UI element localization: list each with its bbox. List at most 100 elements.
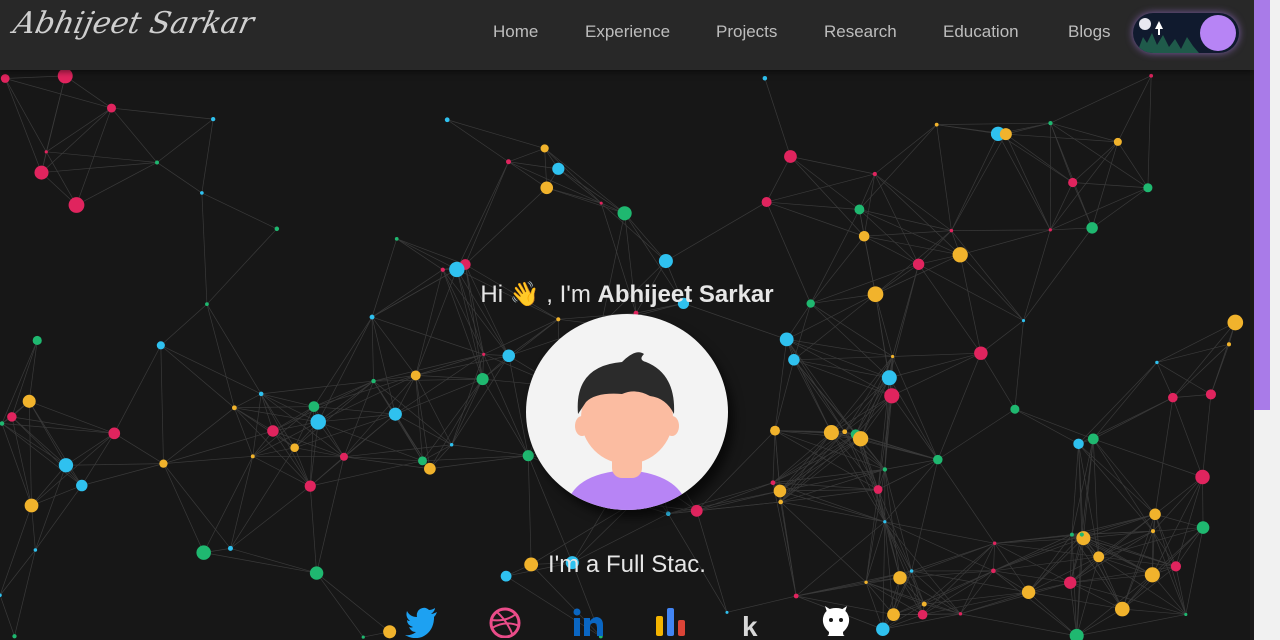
particle-dot xyxy=(1184,612,1188,617)
avatar xyxy=(526,314,728,510)
nav-projects[interactable]: Projects xyxy=(716,22,777,42)
particle-dot xyxy=(231,405,237,411)
particle-dot xyxy=(1195,469,1210,485)
hero-greeting: Hi 👋 , I'm Abhijeet Sarkar xyxy=(0,280,1254,309)
particle-dot xyxy=(912,258,925,270)
particle-dot xyxy=(1168,392,1178,403)
particle-dot xyxy=(274,226,280,232)
particle-dot xyxy=(1143,183,1153,193)
toggle-knob xyxy=(1200,15,1236,51)
particle-dot xyxy=(725,610,729,614)
particle-dot xyxy=(761,197,772,208)
particle-dot xyxy=(0,74,10,83)
particle-dot xyxy=(788,354,800,366)
particle-dot xyxy=(502,349,516,363)
particle-dot xyxy=(476,373,489,386)
particle-dot xyxy=(418,456,427,466)
particle-dot xyxy=(156,341,165,350)
wave-icon: 👋 xyxy=(509,281,540,308)
particle-dot xyxy=(762,76,768,81)
particle-dot xyxy=(999,128,1012,141)
particle-dot xyxy=(617,206,632,221)
analytics-link[interactable] xyxy=(648,604,688,640)
particle-dot xyxy=(1010,404,1020,414)
particle-dot xyxy=(921,601,927,607)
nav-experience[interactable]: Experience xyxy=(585,22,670,42)
theme-toggle[interactable] xyxy=(1133,13,1239,53)
particle-dot xyxy=(1048,228,1052,232)
particle-dot xyxy=(267,425,279,437)
particle-dot xyxy=(1155,360,1159,365)
particle-dot xyxy=(32,335,42,346)
particle-dot xyxy=(872,171,877,177)
particle-dot xyxy=(1150,529,1156,534)
particle-dot xyxy=(658,254,673,269)
particle-dot xyxy=(540,144,549,153)
greeting-mid: , I'm xyxy=(546,281,591,308)
particle-dot xyxy=(854,204,865,215)
particle-dot xyxy=(1073,438,1084,450)
particle-dot xyxy=(876,622,890,636)
kaggle-icon: k xyxy=(742,611,758,638)
particle-dot xyxy=(933,454,943,465)
particle-dot xyxy=(890,354,895,359)
particle-dot xyxy=(773,484,787,498)
particle-dot xyxy=(449,443,454,447)
particle-dot xyxy=(556,317,561,322)
nav-home[interactable]: Home xyxy=(493,22,538,42)
particle-dot xyxy=(211,116,216,122)
particle-dot xyxy=(1087,433,1099,445)
particle-dot xyxy=(881,370,897,386)
particle-dot xyxy=(1226,342,1232,347)
particle-dot xyxy=(371,378,376,384)
github-link[interactable] xyxy=(815,604,855,640)
analytics-icon xyxy=(656,608,685,636)
particle-dot xyxy=(304,480,316,492)
nav-links: Home Experience Projects Research Educat… xyxy=(0,22,1254,46)
nav-research[interactable]: Research xyxy=(824,22,897,42)
particle-dot xyxy=(159,459,168,468)
nav-education[interactable]: Education xyxy=(943,22,1019,42)
particle-dot xyxy=(7,412,17,422)
particle-dot xyxy=(410,370,421,381)
particle-dot xyxy=(107,103,116,113)
particle-dot xyxy=(992,541,997,546)
particle-dot xyxy=(823,425,839,441)
particle-dot xyxy=(779,332,794,347)
particle-dot xyxy=(1227,314,1244,331)
navbar: Abhijeet Sarkar Home Experience Projects… xyxy=(0,0,1254,70)
particle-dot xyxy=(934,122,939,127)
particle-dot xyxy=(1021,585,1036,599)
particle-dot xyxy=(308,401,320,412)
particle-dot xyxy=(1079,532,1084,537)
particle-dot xyxy=(784,150,797,163)
particle-dot xyxy=(770,425,780,436)
particle-dot xyxy=(1196,521,1210,534)
particle-dot xyxy=(522,450,534,462)
particle-dot xyxy=(44,150,48,154)
particle-dot xyxy=(1086,222,1098,234)
nav-blogs[interactable]: Blogs xyxy=(1068,22,1111,42)
particle-dot xyxy=(842,429,848,435)
linkedin-link[interactable] xyxy=(567,604,607,640)
particle-dot xyxy=(12,634,17,639)
particle-dot xyxy=(290,443,299,452)
particle-dot xyxy=(1114,601,1130,617)
scrollbar-thumb[interactable] xyxy=(1254,0,1270,410)
svg-text:k: k xyxy=(742,611,758,638)
particle-dot xyxy=(778,499,784,505)
particle-dot xyxy=(949,228,954,233)
particle-dot xyxy=(424,462,436,475)
particle-dot xyxy=(1149,73,1154,78)
twitter-link[interactable] xyxy=(401,604,441,640)
kaggle-link[interactable]: k xyxy=(732,604,772,640)
dribbble-link[interactable] xyxy=(484,604,524,640)
particle-dot xyxy=(952,247,968,263)
particle-dot xyxy=(1149,508,1161,521)
particle-dot xyxy=(665,511,671,517)
particle-dot xyxy=(858,230,870,242)
hero-tagline: I'm a Full Stac. xyxy=(548,551,706,578)
particle-dot xyxy=(57,68,73,84)
particle-dot xyxy=(1069,532,1074,537)
particle-dot xyxy=(1205,389,1216,400)
